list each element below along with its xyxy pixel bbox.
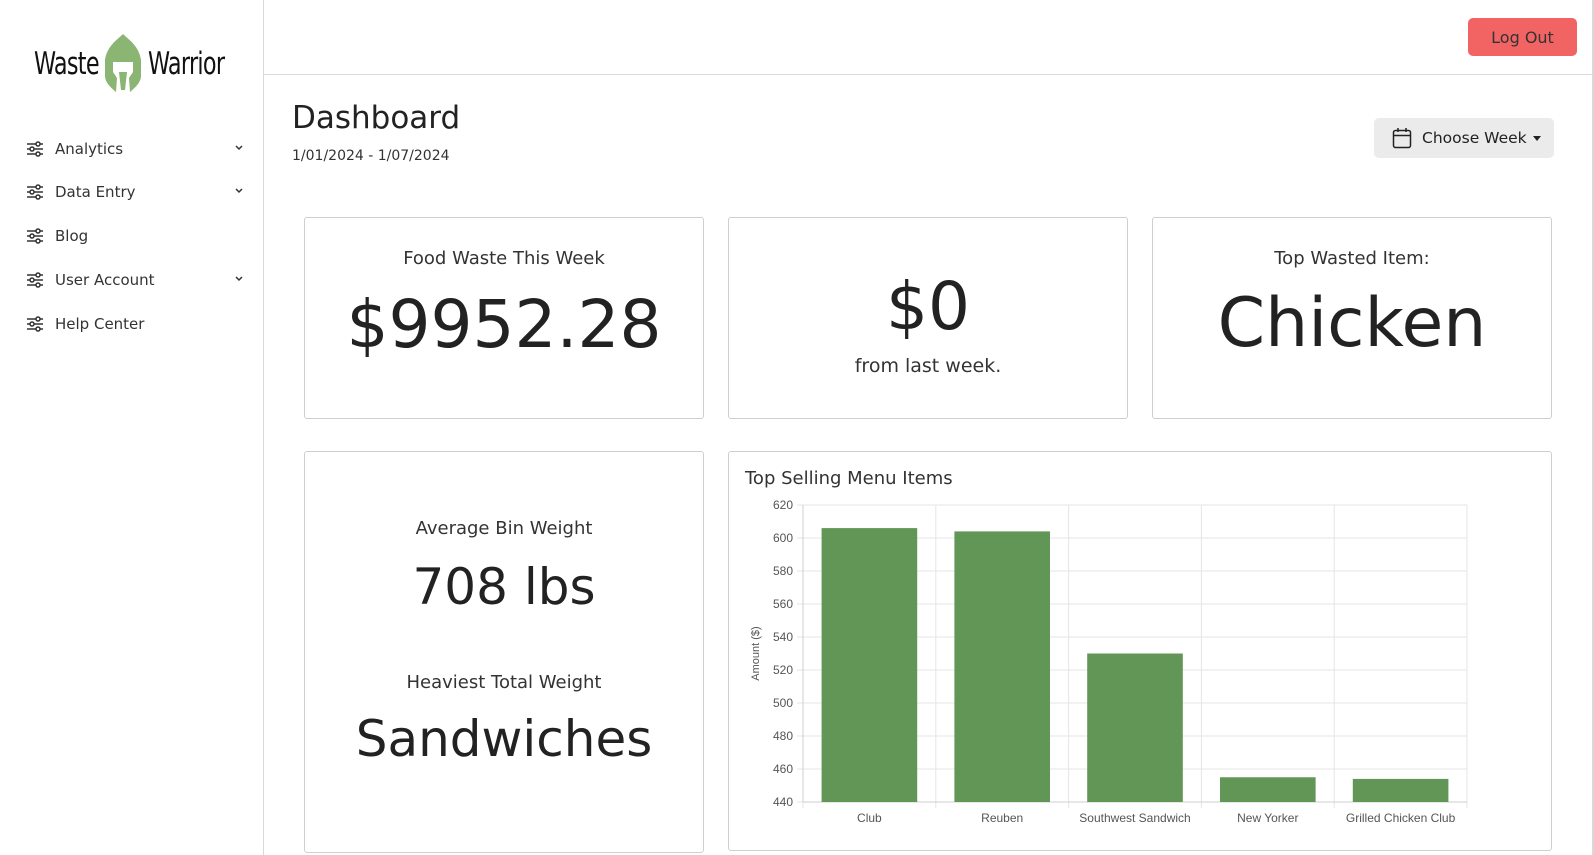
weekly-change-label: from last week.: [854, 355, 1002, 377]
sliders-icon: [27, 184, 43, 200]
caret-down-icon: [1532, 135, 1541, 141]
y-tick-label: 440: [773, 795, 793, 809]
food-waste-value: $9952.28: [346, 286, 662, 363]
sliders-icon: [27, 228, 43, 244]
bar: [1352, 778, 1449, 802]
bar: [821, 528, 918, 802]
bar: [1219, 777, 1316, 802]
choose-week-dropdown[interactable]: Choose Week: [1374, 118, 1554, 158]
chevron-down-icon: [235, 276, 243, 282]
chevron-down-icon: [235, 145, 243, 151]
sidebar-item-label: Help Center: [55, 315, 145, 333]
chart-title: Top Selling Menu Items: [745, 468, 953, 489]
waste-warrior-logo[interactable]: Waste Warrior: [32, 32, 232, 94]
bar: [954, 531, 1051, 802]
y-tick-label: 560: [773, 597, 793, 611]
choose-week-label: Choose Week: [1422, 129, 1527, 147]
heaviest-value: Sandwiches: [355, 710, 653, 768]
y-tick-label: 460: [773, 762, 793, 776]
weight-stats-card: Average Bin Weight 708 lbs Heaviest Tota…: [304, 451, 704, 853]
sliders-icon: [27, 272, 43, 288]
food-waste-label: Food Waste This Week: [403, 248, 605, 269]
logo-left-word: Waste: [34, 46, 100, 82]
chevron-down-icon: [235, 188, 243, 194]
x-tick-label: Club: [857, 811, 882, 825]
top-wasted-label: Top Wasted Item:: [1274, 248, 1430, 269]
y-tick-label: 620: [773, 498, 793, 512]
sidebar-item-label: User Account: [55, 271, 155, 289]
page-title: Dashboard: [292, 100, 461, 136]
y-tick-label: 480: [773, 729, 793, 743]
logo-right-word: Warrior: [148, 46, 225, 82]
sliders-icon: [27, 141, 43, 157]
sidebar-item-data-entry[interactable]: Data Entry: [26, 180, 246, 204]
sidebar-item-user-account[interactable]: User Account: [26, 268, 246, 292]
average-bin-value: 708 lbs: [412, 558, 596, 616]
heaviest-label: Heaviest Total Weight: [406, 672, 602, 693]
sliders-icon: [27, 316, 43, 332]
sidebar-item-label: Blog: [55, 227, 89, 245]
y-tick-label: 600: [773, 531, 793, 545]
bar-chart: 440 460 480 500 520 540 560 580 600 620 Club Reuben…: [750, 498, 1468, 825]
y-tick-label: 500: [773, 696, 793, 710]
weekly-change-value: $0: [886, 268, 970, 345]
y-tick-label: 520: [773, 663, 793, 677]
date-range: 1/01/2024 - 1/07/2024: [292, 148, 450, 164]
log-out-button[interactable]: Log Out: [1468, 18, 1577, 56]
x-tick-label: New Yorker: [1237, 811, 1298, 825]
sidebar-item-label: Analytics: [55, 140, 124, 158]
average-bin-label: Average Bin Weight: [415, 518, 593, 539]
y-tick-label: 580: [773, 564, 793, 578]
x-tick-label: Reuben: [981, 811, 1023, 825]
x-tick-label: Southwest Sandwich: [1079, 811, 1190, 825]
x-tick-label: Grilled Chicken Club: [1346, 811, 1456, 825]
spartan-helmet-icon: [105, 34, 141, 92]
calendar-icon: [1392, 128, 1412, 149]
sidebar: Waste Warrior Analytics Data Entry Blog …: [0, 0, 264, 855]
top-selling-chart-card: 440 460 480 500 520 540 560 580 600 620 Club Reuben…: [728, 451, 1552, 851]
sidebar-item-blog[interactable]: Blog: [26, 224, 246, 248]
sidebar-item-analytics[interactable]: Analytics: [26, 137, 246, 161]
sidebar-item-help-center[interactable]: Help Center: [26, 312, 246, 336]
y-axis-label: Amount ($): [750, 626, 762, 680]
sidebar-item-label: Data Entry: [55, 183, 136, 201]
top-wasted-value: Chicken: [1217, 284, 1487, 363]
weekly-change-card: $0 from last week.: [728, 217, 1128, 419]
top-bar: [264, 0, 1594, 75]
top-wasted-card: Top Wasted Item: Chicken: [1152, 217, 1552, 419]
bar: [1087, 653, 1183, 802]
y-tick-label: 540: [773, 630, 793, 644]
food-waste-card: Food Waste This Week $9952.28: [304, 217, 704, 419]
